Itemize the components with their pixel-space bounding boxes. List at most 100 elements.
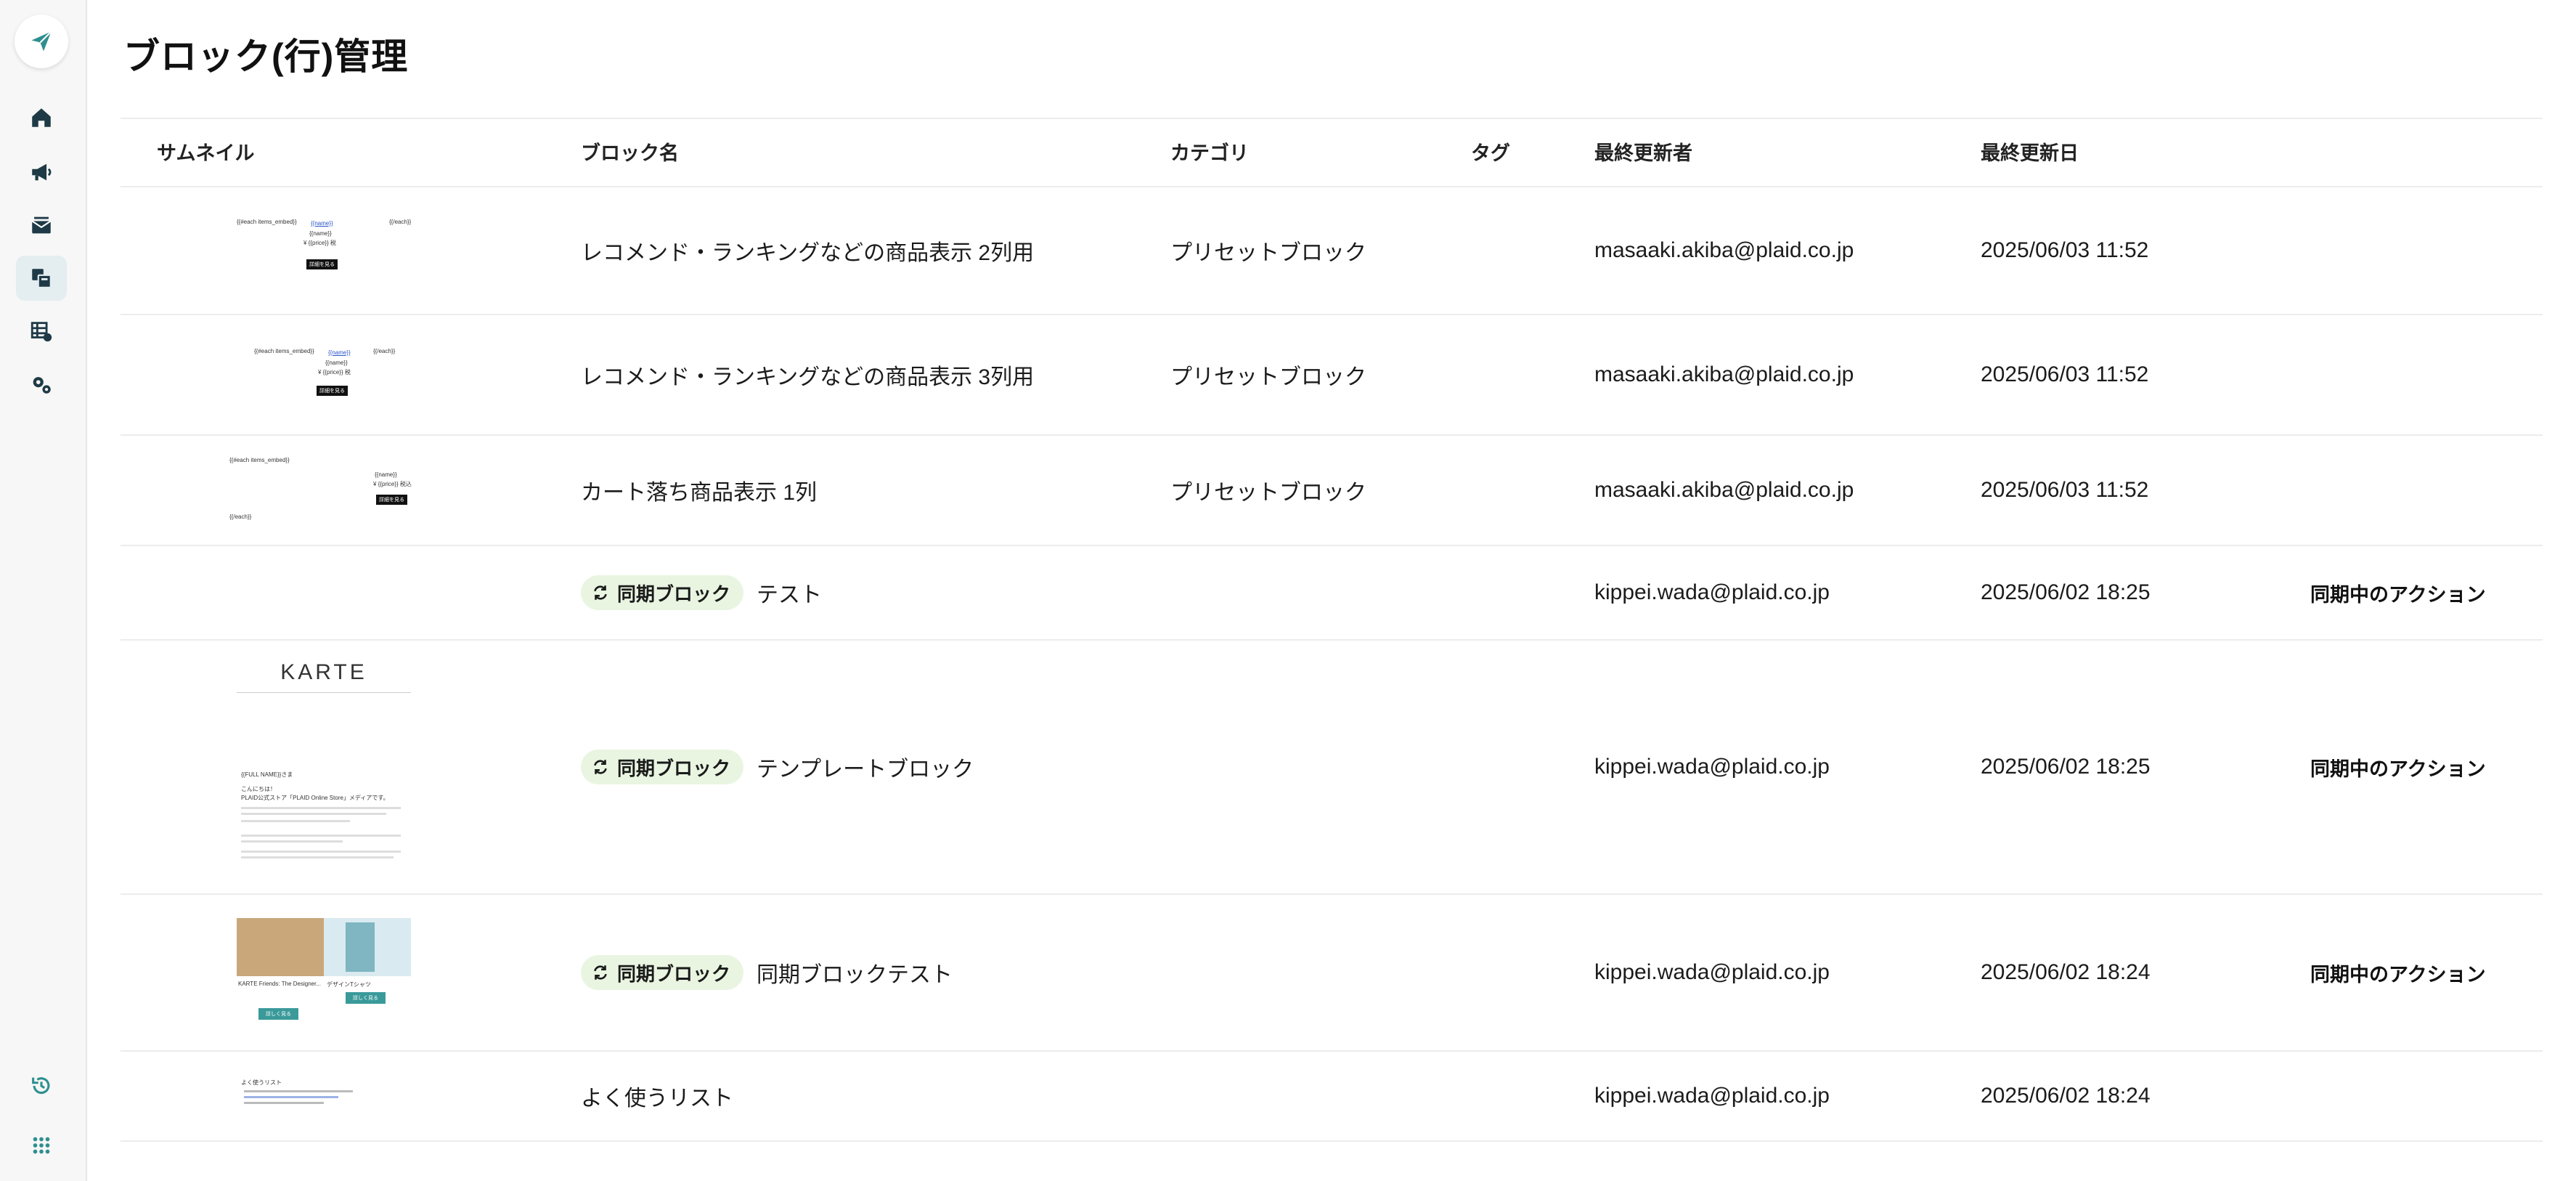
paper-plane-icon [31,31,52,52]
block-name[interactable]: テンプレートブロック [757,751,974,783]
sync-action-link[interactable]: 同期中のアクション [2310,895,2486,1050]
updated-by: masaaki.akiba@plaid.co.jp [1594,238,1854,262]
thumb-text: {{name}} [311,220,333,227]
thumb-text-line [241,820,350,822]
header-tag[interactable]: タグ [1471,119,1510,187]
updated-by: kippei.wada@plaid.co.jp [1594,580,1830,604]
blocks-table: サムネイル ブロック名 カテゴリ タグ 最終更新者 最終更新日 {{#each … [121,118,2543,1142]
table-row[interactable]: KARTE Friends: The Designer... デザインTシャツ … [121,895,2543,1052]
mail-stack-icon [31,216,52,234]
block-name[interactable]: カート落ち商品表示 1列 [581,436,817,545]
block-thumbnail: {{#each items_embed}} {{name}} ¥ {{price… [229,454,418,527]
block-name[interactable]: レコメンド・ランキングなどの商品表示 2列用 [581,187,1034,314]
nav-mail[interactable] [16,203,67,248]
table-settings-icon [30,322,52,342]
thumb-text: {{#each items_embed}} [254,348,314,354]
megaphone-icon [32,163,52,181]
table-row[interactable]: 同期ブロック テスト kippei.wada@plaid.co.jp 2025/… [121,546,2543,641]
header-category[interactable]: カテゴリ [1170,119,1249,187]
thumb-photo [237,918,324,976]
block-name-cell[interactable]: 同期ブロック テスト [581,546,822,639]
header-name[interactable]: ブロック名 [581,119,679,187]
sync-action-link[interactable]: 同期中のアクション [2310,641,2486,893]
table-row[interactable]: KARTE {{FULL NAME}}さま こんにちは！ PLAID公式ストア「… [121,641,2543,895]
thumb-text-line [241,807,401,809]
block-name[interactable]: よく使うリスト [581,1052,733,1140]
updated-by: kippei.wada@plaid.co.jp [1594,1084,1830,1108]
thumb-text: {{#each items_embed}} [237,219,297,225]
thumbnail-cell: {{#each items_embed}} {{name}} ¥ {{price… [121,436,527,545]
updated-by: masaaki.akiba@plaid.co.jp [1594,362,1854,386]
home-icon [32,108,51,127]
gears-icon [33,377,51,394]
sync-icon [594,585,607,600]
sync-badge: 同期ブロック [581,575,744,610]
updated-by: masaaki.akiba@plaid.co.jp [1594,478,1854,502]
block-category: プリセットブロック [1170,241,1366,265]
thumb-button: 詳しく見る [346,992,386,1004]
thumbnail-cell [121,546,527,639]
nav-blocks[interactable] [16,256,67,301]
thumb-button: 詳細を見る [376,495,407,505]
thumb-text: PLAID公式ストア「PLAID Online Store」メディアです。 [241,795,389,801]
block-name[interactable]: テスト [757,577,822,609]
block-name[interactable]: レコメンド・ランキングなどの商品表示 3列用 [581,315,1034,434]
nav-apps[interactable] [16,1123,67,1168]
thumb-text: ¥ {{price}} 税 [303,240,336,246]
updated-at: 2025/06/03 11:52 [1981,362,2149,386]
thumb-button: 詳しく見る [258,1008,298,1020]
sync-badge-label: 同期ブロック [617,962,731,985]
header-updated-at[interactable]: 最終更新日 [1981,119,2079,187]
block-thumbnail: KARTE {{FULL NAME}}さま こんにちは！ PLAID公式ストア「… [237,654,411,880]
thumb-text-line [241,856,394,859]
table-row[interactable]: {{#each items_embed}} {{name}} {{/each}}… [121,315,2543,436]
thumb-text-line [241,851,401,853]
thumb-text: デザインTシャツ [327,981,371,988]
nav-table-settings[interactable] [16,309,67,354]
thumb-text: {{/each}} [229,514,252,520]
thumb-text: KARTE Friends: The Designer... [238,981,321,987]
block-name-cell[interactable]: 同期ブロック 同期ブロックテスト [581,895,953,1050]
thumbnail-cell: KARTE Friends: The Designer... デザインTシャツ … [121,895,527,1050]
sync-action-link[interactable]: 同期中のアクション [2310,546,2486,639]
updated-at: 2025/06/03 11:52 [1981,238,2149,262]
sync-badge-label: 同期ブロック [617,757,731,779]
thumb-text-line [244,1102,324,1104]
nav-settings[interactable] [16,362,67,407]
header-updated-by[interactable]: 最終更新者 [1594,119,1692,187]
thumb-text: {{FULL NAME}}さま [241,771,293,778]
thumb-text-line [244,1096,338,1098]
block-name[interactable]: 同期ブロックテスト [757,957,953,989]
main-content: ブロック(行)管理 サムネイル ブロック名 カテゴリ タグ 最終更新者 最終更新… [87,0,2576,1181]
thumb-text-line [241,813,386,815]
thumb-button: 詳細を見る [317,386,348,396]
sync-icon [594,965,607,980]
thumb-logo: KARTE [280,660,367,684]
updated-at: 2025/06/03 11:52 [1981,478,2149,502]
table-row[interactable]: {{#each items_embed}} {{name}} ¥ {{price… [121,436,2543,546]
thumb-text-line [244,1090,353,1092]
updated-at: 2025/06/02 18:25 [1981,580,2151,604]
thumb-text: {{name}} [375,471,397,478]
sync-badge: 同期ブロック [581,750,744,784]
thumb-text: こんにちは！ [241,786,276,792]
nav-history[interactable] [16,1063,67,1108]
nav-campaign[interactable] [16,150,67,195]
updated-at: 2025/06/02 18:24 [1981,1084,2151,1108]
header-thumbnail: サムネイル [157,142,255,164]
block-category: プリセットブロック [1170,365,1366,389]
thumb-text-line [241,840,343,843]
table-row[interactable]: よく使うリスト よく使うリスト kippei.wada@plaid.co.jp … [121,1052,2543,1142]
blocks-icon [32,269,52,288]
nav-home[interactable] [16,95,67,140]
thumb-text: {{/each}} [389,219,411,225]
app-logo[interactable] [15,15,68,68]
sync-icon [594,760,607,774]
thumb-text: {{name}} [328,349,351,356]
table-row[interactable]: {{#each items_embed}} {{name}} {{/each}}… [121,187,2543,315]
thumbnail-cell: よく使うリスト [121,1052,527,1140]
thumb-text-line [241,835,401,837]
sidebar [0,0,87,1181]
thumbnail-cell: {{#each items_embed}} {{name}} {{/each}}… [121,187,527,314]
block-name-cell[interactable]: 同期ブロック テンプレートブロック [581,641,974,893]
